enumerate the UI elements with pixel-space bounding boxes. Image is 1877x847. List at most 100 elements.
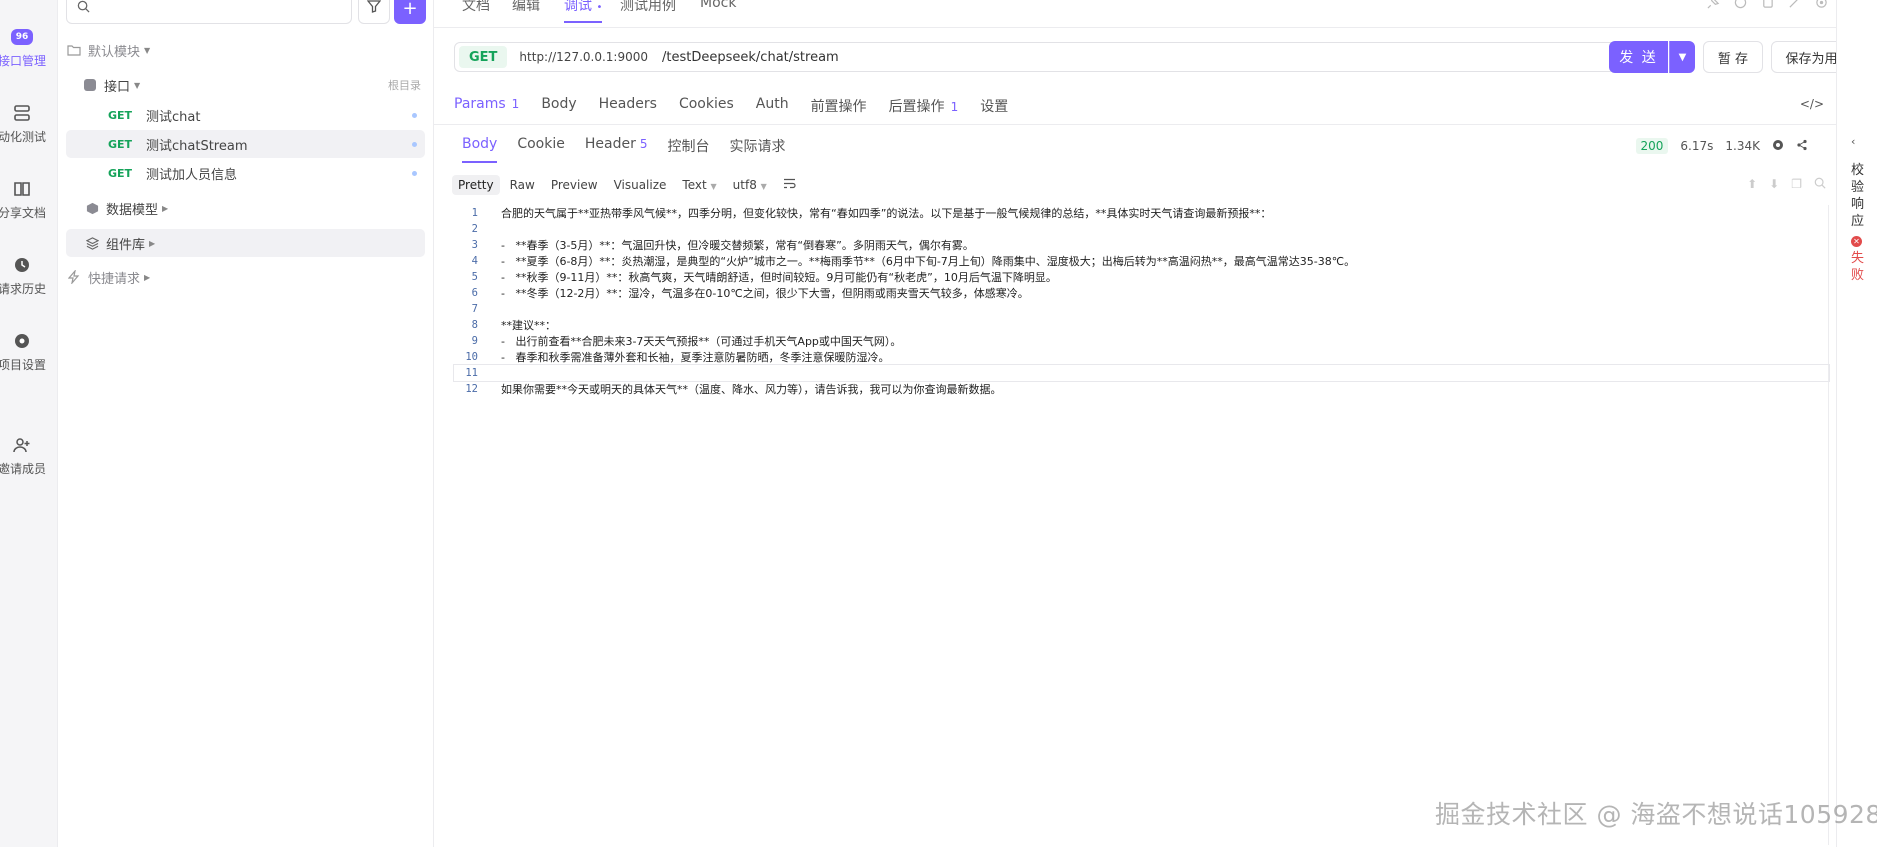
line-text: - **春季（3-5月）**：气温回升快，但冷暖交替频繁，常有“倒春寒”。多阴雨… bbox=[501, 239, 974, 252]
download-icon[interactable]: ⬇ bbox=[1769, 177, 1779, 192]
line-text: - 春季和秋季需准备薄外套和长袖，夏季注意防暑防晒，冬季注意保暖防湿冷。 bbox=[501, 351, 890, 364]
api-folder-item[interactable]: 接口 ▼ 根目录 bbox=[82, 71, 425, 99]
resp-tab-actual-request[interactable]: 实际请求 bbox=[730, 136, 786, 163]
line-number: 4 bbox=[471, 255, 478, 267]
tab-test-cases[interactable]: 测试用例 bbox=[620, 0, 676, 15]
view-pretty[interactable]: Pretty bbox=[452, 175, 500, 195]
search-icon[interactable] bbox=[1814, 177, 1826, 192]
rail-label: 动化测试 bbox=[0, 130, 46, 144]
root-dir-hint: 根目录 bbox=[388, 79, 421, 92]
code-line: 1 合肥的天气属于**亚热带季风气候**，四季分明，但变化较快，常有“春如四季”的… bbox=[454, 205, 1829, 221]
share-icon[interactable] bbox=[1796, 139, 1808, 154]
upload-icon[interactable]: ⬆ bbox=[1747, 177, 1757, 192]
url-bar[interactable]: GET http://127.0.0.1:9000 /testDeepseek/… bbox=[454, 42, 1616, 72]
left-nav-rail: 96 接口管理 动化测试 分享文档 请求历史 项目设置 邀请成员 bbox=[0, 0, 58, 847]
clear-icon[interactable] bbox=[1788, 0, 1801, 13]
default-module-item[interactable]: 默认模块 ▼ bbox=[66, 36, 425, 64]
status-dot bbox=[412, 170, 417, 176]
path-input[interactable]: /testDeepseek/chat/stream bbox=[662, 50, 839, 65]
panel-divider[interactable] bbox=[434, 124, 1836, 125]
gear-icon bbox=[11, 332, 33, 350]
tab-params[interactable]: Params 1 bbox=[454, 96, 519, 120]
pin-icon[interactable] bbox=[1707, 0, 1720, 13]
endpoint-item[interactable]: GET 测试加人员信息 bbox=[108, 159, 425, 187]
share-icon[interactable] bbox=[1734, 0, 1747, 13]
resp-tab-console[interactable]: 控制台 bbox=[668, 136, 710, 163]
rail-item-api-management[interactable]: 96 接口管理 bbox=[0, 28, 57, 69]
method-select[interactable]: GET bbox=[459, 46, 508, 68]
tab-settings[interactable]: 设置 bbox=[980, 96, 1008, 120]
tab-debug[interactable]: 调试 • bbox=[564, 0, 603, 23]
endpoint-item-selected[interactable]: GET 测试chatStream bbox=[66, 130, 425, 158]
chevron-right-icon: ▶ bbox=[162, 203, 169, 213]
code-icon[interactable]: </> bbox=[1800, 97, 1824, 111]
tab-count: 1 bbox=[950, 100, 959, 114]
method-badge: GET bbox=[108, 166, 133, 180]
view-raw[interactable]: Raw bbox=[504, 175, 541, 195]
tab-auth[interactable]: Auth bbox=[756, 96, 789, 120]
rail-item-share-docs[interactable]: 分享文档 bbox=[0, 180, 57, 221]
response-time: 6.17s bbox=[1680, 139, 1714, 153]
tab-pre-actions[interactable]: 前置操作 bbox=[811, 96, 867, 120]
rail-item-request-history[interactable]: 请求历史 bbox=[0, 256, 57, 297]
send-dropdown-button[interactable]: ▼ bbox=[1669, 41, 1695, 73]
tab-label: Params bbox=[454, 96, 506, 112]
chevron-down-icon: ▼ bbox=[144, 45, 151, 55]
rail-item-automation[interactable]: 动化测试 bbox=[0, 104, 57, 145]
format-value: Text bbox=[682, 178, 707, 192]
collapse-icon[interactable]: ‹ bbox=[1851, 135, 1855, 148]
component-lib-item[interactable]: 组件库 ▶ bbox=[66, 229, 425, 257]
tab-body[interactable]: Body bbox=[541, 96, 576, 120]
rail-item-invite-member[interactable]: 邀请成员 bbox=[0, 436, 57, 477]
data-model-label: 数据模型 bbox=[106, 202, 159, 218]
code-line: 4 - **夏季（6-8月）**：炎热潮湿，是典型的“火炉”城市之一。**梅雨季节… bbox=[454, 253, 1829, 269]
wrap-icon[interactable] bbox=[777, 175, 802, 195]
request-tab-bar: Params 1 Body Headers Cookies Auth 前置操作 后… bbox=[454, 96, 1008, 120]
view-visualize[interactable]: Visualize bbox=[608, 175, 673, 195]
tab-post-actions[interactable]: 后置操作 1 bbox=[889, 96, 959, 120]
copy-icon[interactable] bbox=[1761, 0, 1774, 13]
tree-search-input[interactable] bbox=[66, 0, 352, 24]
component-lib-label: 组件库 bbox=[106, 237, 146, 253]
body-toolbar-icons: ⬆ ⬇ ❐ bbox=[1747, 177, 1826, 192]
line-number: 3 bbox=[471, 239, 478, 251]
settings-icon[interactable] bbox=[1815, 0, 1828, 13]
data-model-item[interactable]: 数据模型 ▶ bbox=[84, 194, 425, 222]
save-draft-button[interactable]: 暂 存 bbox=[1703, 41, 1763, 73]
tab-label: 设置 bbox=[980, 99, 1009, 115]
tab-headers[interactable]: Headers bbox=[599, 96, 657, 120]
base-url[interactable]: http://127.0.0.1:9000 bbox=[519, 50, 648, 64]
resp-tab-header[interactable]: Header 5 bbox=[585, 136, 648, 163]
filter-button[interactable] bbox=[358, 0, 390, 24]
endpoint-item[interactable]: GET 测试chat bbox=[108, 101, 425, 129]
add-button[interactable]: + bbox=[394, 0, 426, 24]
response-body-editor[interactable]: 1 合肥的天气属于**亚热带季风气候**，四季分明，但变化较快，常有“春如四季”的… bbox=[453, 205, 1830, 845]
resp-tab-cookie[interactable]: Cookie bbox=[517, 136, 565, 163]
tab-edit[interactable]: 编辑 bbox=[512, 0, 540, 15]
rail-label: 分享文档 bbox=[0, 206, 46, 220]
tab-cookies[interactable]: Cookies bbox=[679, 96, 734, 120]
view-preview[interactable]: Preview bbox=[545, 175, 604, 195]
app-window: 96 接口管理 动化测试 分享文档 请求历史 项目设置 邀请成员 + 默认模块 … bbox=[0, 0, 1877, 847]
tab-docs[interactable]: 文档 bbox=[462, 0, 490, 15]
rail-item-project-settings[interactable]: 项目设置 bbox=[0, 332, 57, 373]
validation-label[interactable]: 校验响应 bbox=[1851, 162, 1865, 230]
tab-label: Cookie bbox=[517, 136, 565, 152]
resp-tab-body[interactable]: Body bbox=[462, 136, 497, 163]
code-line: 10 - 春季和秋季需准备薄外套和长袖，夏季注意防暑防晒，冬季注意保暖防湿冷。 bbox=[454, 349, 1829, 365]
error-icon: ✕ bbox=[1851, 236, 1862, 247]
line-text: - **夏季（6-8月）**：炎热潮湿，是典型的“火炉”城市之一。**梅雨季节*… bbox=[501, 255, 1356, 268]
status-badge: 200 bbox=[1635, 138, 1669, 154]
globe-icon[interactable] bbox=[1772, 139, 1784, 154]
format-select[interactable]: Text ▼ bbox=[676, 175, 722, 195]
send-button[interactable]: 发 送 bbox=[1609, 41, 1668, 73]
main-panel: 文档 编辑 调试 • 测试用例 Mock GET http://127.0.0.… bbox=[434, 0, 1865, 847]
code-line: 12 如果你需要**今天或明天的具体天气**（温度、降水、风力等），请告诉我，我可… bbox=[454, 381, 1829, 397]
encoding-select[interactable]: utf8 ▼ bbox=[727, 175, 773, 195]
copy-icon[interactable]: ❐ bbox=[1791, 177, 1802, 192]
tab-mock[interactable]: Mock bbox=[700, 0, 736, 11]
quick-request-item[interactable]: 快捷请求 ▶ bbox=[66, 263, 425, 291]
line-number: 1 bbox=[471, 207, 478, 219]
line-text: - 出行前查看**合肥未来3-7天天气预报**（可通过手机天气App或中国天气网… bbox=[501, 335, 902, 348]
line-number: 11 bbox=[465, 367, 478, 379]
